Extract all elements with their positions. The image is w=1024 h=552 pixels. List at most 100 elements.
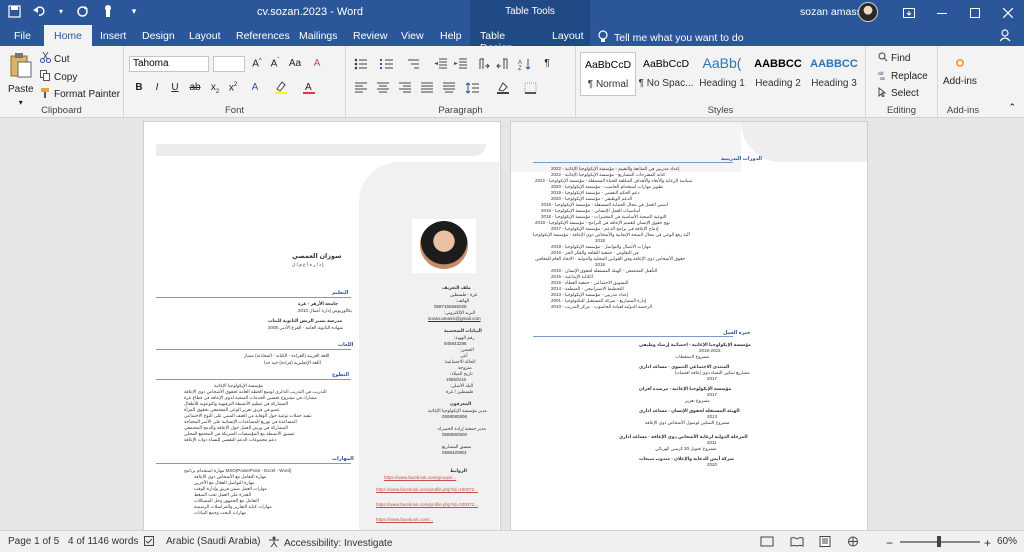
align-center-icon[interactable] xyxy=(376,82,390,97)
job-1-dates: 2019-2023 xyxy=(699,348,721,353)
strikethrough-icon[interactable]: ab xyxy=(188,82,202,93)
user-avatar[interactable] xyxy=(858,2,878,22)
italic-icon[interactable]: I xyxy=(150,82,164,93)
print-layout-icon[interactable] xyxy=(818,536,832,547)
tab-table-layout[interactable]: Layout xyxy=(542,25,590,46)
tab-table-design[interactable]: Table Design xyxy=(470,25,542,54)
document-page-1[interactable]: سوزان العمصي إ د ا ر ة أ ع م ا ل التعليم… xyxy=(143,121,501,531)
tab-mailings[interactable]: Mailings xyxy=(299,25,338,46)
collapse-ribbon-icon[interactable]: ⌃ xyxy=(1008,102,1016,113)
share-icon[interactable] xyxy=(999,29,1014,45)
numbering-icon[interactable] xyxy=(380,58,394,73)
link-2[interactable]: https://www.facebook.com/profile.php?id=… xyxy=(376,487,478,492)
shrink-font-icon[interactable]: Aˇ xyxy=(268,58,282,69)
page-count[interactable]: Page 1 of 5 xyxy=(8,536,59,547)
select-button[interactable]: Select xyxy=(878,86,919,100)
find-button[interactable]: Find xyxy=(878,52,910,65)
style-heading-1[interactable]: AaBb( Heading 1 xyxy=(694,52,750,96)
accessibility-status[interactable]: Accessibility: Investigate xyxy=(268,536,392,550)
align-left-icon[interactable] xyxy=(354,82,368,97)
web-layout-icon[interactable] xyxy=(846,536,860,547)
vertical-scrollbar[interactable] xyxy=(1012,118,1024,530)
zoom-level[interactable]: 60% xyxy=(997,536,1017,547)
contact-email[interactable]: sozan.amassi@gmail.com xyxy=(428,316,481,321)
borders-icon[interactable] xyxy=(524,82,538,97)
tab-file[interactable]: File xyxy=(14,25,31,46)
font-color-icon[interactable]: A xyxy=(302,80,316,97)
superscript-icon[interactable]: x2 xyxy=(226,82,240,93)
link-4[interactable]: https://www.facebook.com/... xyxy=(376,517,433,522)
tab-references[interactable]: References xyxy=(236,25,290,46)
increase-indent-icon[interactable] xyxy=(454,58,468,73)
tab-review[interactable]: Review xyxy=(353,25,387,46)
copy-button[interactable]: Copy xyxy=(40,70,77,84)
grow-font-icon[interactable]: A^ xyxy=(250,58,264,69)
tab-layout[interactable]: Layout xyxy=(189,25,221,46)
paste-button[interactable]: Paste ▾ xyxy=(8,52,34,107)
document-area[interactable]: سوزان العمصي إ د ا ر ة أ ع م ا ل التعليم… xyxy=(0,118,1024,531)
save-icon[interactable] xyxy=(6,3,22,19)
references-heading: المعرفون xyxy=(450,401,472,406)
multilevel-list-icon[interactable] xyxy=(406,58,420,73)
style-normal[interactable]: AaBbCcD ¶ Normal xyxy=(580,52,636,96)
decrease-indent-icon[interactable] xyxy=(434,58,448,73)
underline-icon[interactable]: U xyxy=(168,82,182,93)
sort-icon[interactable]: AZ xyxy=(518,58,532,73)
customize-qat-icon[interactable]: ▾ xyxy=(126,3,142,19)
link-3[interactable]: https://www.facebook.com/profile.php?id=… xyxy=(376,502,478,507)
tab-view[interactable]: View xyxy=(401,25,424,46)
close-icon[interactable] xyxy=(991,0,1024,25)
subscript-icon[interactable]: x2 xyxy=(208,82,222,95)
justify-icon[interactable] xyxy=(420,82,434,97)
word-count[interactable]: 4 of 1146 words xyxy=(68,536,138,547)
shading-icon[interactable] xyxy=(496,82,510,97)
document-page-2[interactable]: الدورات التدريبية إعداد مدربين في المتاب… xyxy=(510,121,868,531)
undo-dropdown-icon[interactable]: ▾ xyxy=(58,3,64,19)
ribbon-display-options-icon[interactable] xyxy=(892,0,925,25)
tab-help[interactable]: Help xyxy=(440,25,462,46)
format-painter-button[interactable]: Format Painter xyxy=(40,87,120,101)
cut-button[interactable]: Cut xyxy=(40,51,70,66)
text-effects-icon[interactable]: A xyxy=(248,82,262,93)
tell-me-search[interactable]: Tell me what you want to do xyxy=(598,30,744,46)
addins-group-label: Add-ins xyxy=(946,105,980,116)
show-formatting-marks-icon[interactable]: ¶ xyxy=(540,58,554,69)
proofing-icon[interactable] xyxy=(144,536,156,547)
tab-insert[interactable]: Insert xyxy=(100,25,126,46)
user-name[interactable]: sozan amassi xyxy=(800,6,864,18)
style-heading-3[interactable]: AABBCC Heading 3 xyxy=(806,52,862,96)
change-case-icon[interactable]: Aa xyxy=(288,58,302,69)
line-spacing-icon[interactable] xyxy=(465,82,480,97)
profile-photo[interactable] xyxy=(412,219,476,273)
distributed-icon[interactable] xyxy=(442,82,456,97)
style-heading-2[interactable]: AABBCC Heading 2 xyxy=(750,52,806,96)
reference-line-4: 0598860500 xyxy=(442,432,468,437)
zoom-out-icon[interactable]: − xyxy=(886,536,893,550)
zoom-slider-thumb[interactable] xyxy=(937,536,941,547)
minimize-icon[interactable] xyxy=(925,0,958,25)
tab-design[interactable]: Design xyxy=(142,25,175,46)
read-mode-icon[interactable] xyxy=(790,536,804,547)
replace-button[interactable]: ab ac Replace xyxy=(878,70,928,83)
undo-icon[interactable] xyxy=(32,3,48,19)
bold-icon[interactable]: B xyxy=(132,82,146,93)
style-no-spacing[interactable]: AaBbCcD ¶ No Spac... xyxy=(638,52,694,96)
highlight-icon[interactable] xyxy=(274,80,288,97)
tab-home[interactable]: Home xyxy=(44,25,93,46)
clipboard-group: Paste ▾ Cut Copy Format Painter Clipboar… xyxy=(0,46,124,118)
language-indicator[interactable]: Arabic (Saudi Arabia) xyxy=(166,536,261,547)
zoom-in-icon[interactable]: + xyxy=(984,536,991,550)
font-name-box[interactable]: Tahoma xyxy=(129,56,209,72)
font-size-box[interactable] xyxy=(213,56,245,72)
addins-button[interactable]: Add-ins xyxy=(943,56,977,87)
link-1[interactable]: https://www.facebook.com/groups/... xyxy=(384,475,456,480)
focus-mode-icon[interactable] xyxy=(760,536,774,547)
bullets-icon[interactable] xyxy=(354,58,368,73)
clear-formatting-icon[interactable]: A xyxy=(310,58,324,69)
touch-mode-icon[interactable] xyxy=(100,3,116,19)
maximize-icon[interactable] xyxy=(958,0,991,25)
redo-icon[interactable] xyxy=(74,3,90,19)
align-right-icon[interactable] xyxy=(398,82,412,97)
ltr-direction-icon[interactable] xyxy=(476,58,490,73)
rtl-direction-icon[interactable] xyxy=(496,58,510,73)
